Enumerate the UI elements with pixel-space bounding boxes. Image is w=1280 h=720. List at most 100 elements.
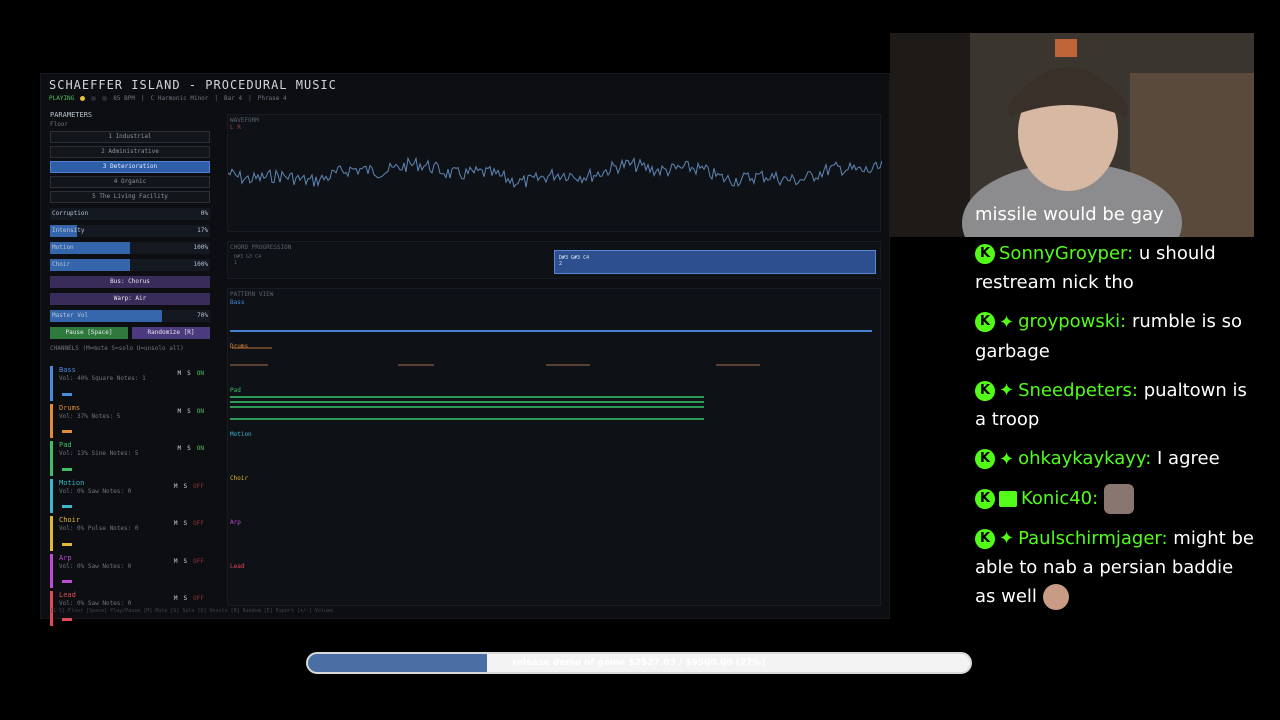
channel-drums: Drums Vol: 37% Notes: 5 M S ON [50, 403, 210, 438]
floor-button-2[interactable]: 2 Administrative [50, 146, 210, 158]
waveform-panel: WAVEFORM L R [227, 114, 882, 232]
floor-button-3[interactable]: 3 Deterioration [50, 161, 210, 173]
chord-number: 1 [234, 260, 238, 266]
channel-toggle[interactable]: ON [197, 445, 204, 452]
chat-message: K ✦ Sneedpeters: pualtown is a troop [975, 376, 1255, 435]
solo-button[interactable]: S [184, 520, 188, 527]
floor-label: Floor [50, 121, 69, 128]
channel-bass: Bass Vol: 40% Square Notes: 1 M S ON [50, 366, 210, 401]
chat-text: I agree [1157, 448, 1220, 469]
stream-overlay: SCHAEFFER ISLAND - PROCEDURAL MUSIC PLAY… [0, 0, 1280, 720]
chat-text: missile would be gay [975, 204, 1164, 225]
chat-username[interactable]: ohkaykaykayy: [1018, 448, 1151, 469]
solo-button[interactable]: S [184, 483, 188, 490]
channel-arp: Arp Vol: 0% Saw Notes: 0 M S OFF [50, 553, 210, 588]
chat-username[interactable]: Sneedpeters: [1018, 380, 1138, 401]
slider-value: 0% [200, 210, 208, 217]
corruption-slider[interactable]: Corruption 0% [50, 208, 210, 220]
chord-slot-2[interactable]: D#3 G#3 C4 2 [554, 250, 876, 274]
pattern-view-panel: PATTERN VIEW Bass Drums Pad Motion Choir Arp L… [227, 288, 881, 606]
channel-controls: M S ON [178, 445, 204, 452]
slider-value: 100% [193, 244, 208, 251]
channel-controls: M S OFF [174, 595, 204, 602]
slider-label: Choir [52, 261, 71, 268]
slider-label: Intensity [52, 227, 85, 234]
channel-toggle[interactable]: OFF [193, 483, 204, 490]
solo-button[interactable]: S [187, 370, 191, 377]
chat-panel: missile would be gay K SonnyGroyper: u sho… [975, 200, 1255, 621]
channel-toggle[interactable]: OFF [193, 595, 204, 602]
mute-button[interactable]: M [178, 370, 182, 377]
solo-button[interactable]: S [184, 595, 188, 602]
subscriber-badge-icon: ✦ [999, 448, 1015, 470]
beat-indicator-icon [80, 96, 86, 101]
channel-controls: M S OFF [174, 558, 204, 565]
slider-label: Motion [52, 244, 74, 251]
chat-username[interactable]: groypowski: [1018, 311, 1126, 332]
chord-number: 2 [559, 261, 563, 267]
channel-toggle[interactable]: OFF [193, 558, 204, 565]
parameters-panel: PARAMETERS Floor 1 Industrial 2 Administr… [50, 111, 210, 352]
chat-message: K ✦ Paulschirmjager: might be able to nab … [975, 524, 1255, 612]
floor-button-5[interactable]: 5 The Living Facility [50, 191, 210, 203]
motion-slider[interactable]: Motion 100% [50, 242, 210, 254]
play-state: PLAYING [49, 95, 75, 102]
chord-progression-panel: CHORD PROGRESSION D#3 G3 C4 1 D#3 G#3 C4… [227, 241, 881, 279]
warp-air-button[interactable]: Warp: Air [50, 293, 210, 305]
channel-level-meter [62, 580, 72, 583]
floor-button-4[interactable]: 4 Organic [50, 176, 210, 188]
tempo: 85 BPM [113, 95, 135, 102]
mute-button[interactable]: M [174, 595, 178, 602]
solo-button[interactable]: S [184, 558, 188, 565]
keyboard-shortcuts-hint: [1-5] Floor [Space] Play/Pause [M] Mute … [50, 608, 333, 614]
channel-toggle[interactable]: ON [197, 370, 204, 377]
kick-badge-icon: K [975, 449, 995, 469]
donation-goal-bar: release demo of game $2527.03 / $9500.00… [306, 652, 972, 674]
master-volume-value: 70% [197, 312, 208, 319]
chat-username[interactable]: Paulschirmjager: [1018, 528, 1167, 549]
channel-level-meter [62, 617, 72, 621]
chord-slot-1[interactable]: D#3 G3 C4 1 [230, 250, 550, 274]
master-volume-label: Master Vol [52, 312, 89, 319]
mute-button[interactable]: M [178, 408, 182, 415]
intensity-slider[interactable]: Intensity 17% [50, 225, 210, 237]
beat-indicator-icon [91, 96, 97, 101]
music-app-window: SCHAEFFER ISLAND - PROCEDURAL MUSIC PLAY… [40, 73, 890, 626]
chat-message: K ✦ groypowski: rumble is so garbage [975, 307, 1255, 366]
channel-pad: Pad Vol: 13% Sine Notes: 5 M S ON [50, 441, 210, 476]
mute-button[interactable]: M [174, 520, 178, 527]
parameter-sliders: Corruption 0% Intensity 17% Motion 100% Choir 1… [50, 208, 210, 271]
chat-username[interactable]: SonnyGroyper: [999, 243, 1133, 264]
channel-toggle[interactable]: ON [197, 408, 204, 415]
slider-value: 100% [193, 261, 208, 268]
channel-level-meter [62, 505, 72, 508]
channel-level-meter [62, 467, 72, 471]
channel-level-meter [62, 392, 72, 396]
master-volume-slider[interactable]: Master Vol 70% [50, 310, 210, 322]
kick-badge-icon: K [975, 380, 995, 401]
channels-header: CHANNELS (M=mute S=solo U=unsolo all) [50, 345, 210, 352]
bar: Bar 4 [224, 95, 243, 102]
mute-button[interactable]: M [178, 445, 182, 452]
waveform-graph [228, 156, 882, 189]
randomize-button[interactable]: Randomize [R] [132, 327, 210, 339]
channel-toggle[interactable]: OFF [193, 520, 204, 527]
pause-button[interactable]: Pause [Space] [50, 327, 128, 339]
beat-indicator-icon [102, 96, 108, 101]
chat-username[interactable]: Konic40: [1021, 488, 1098, 509]
choir-slider[interactable]: Choir 100% [50, 259, 210, 271]
kick-badge-icon: K [975, 528, 995, 549]
solo-button[interactable]: S [187, 445, 191, 452]
bus-chorus-button[interactable]: Bus: Chorus [50, 276, 210, 288]
mute-button[interactable]: M [174, 483, 178, 490]
key: C Harmonic Minor [150, 95, 209, 102]
floor-button-1[interactable]: 1 Industrial [50, 131, 210, 143]
subscriber-badge-icon: ✦ [999, 311, 1015, 333]
goal-text: release demo of game $2527.03 / $9500.00… [512, 658, 766, 668]
mute-button[interactable]: M [174, 558, 178, 565]
face-emote-icon [1042, 584, 1069, 610]
channel-controls: M S OFF [174, 483, 204, 490]
status-bar: PLAYING 85 BPM | C Harmonic Minor | Bar 4 |… [49, 95, 287, 102]
solo-button[interactable]: S [187, 408, 191, 415]
phrase: Phrase 4 [257, 95, 287, 102]
